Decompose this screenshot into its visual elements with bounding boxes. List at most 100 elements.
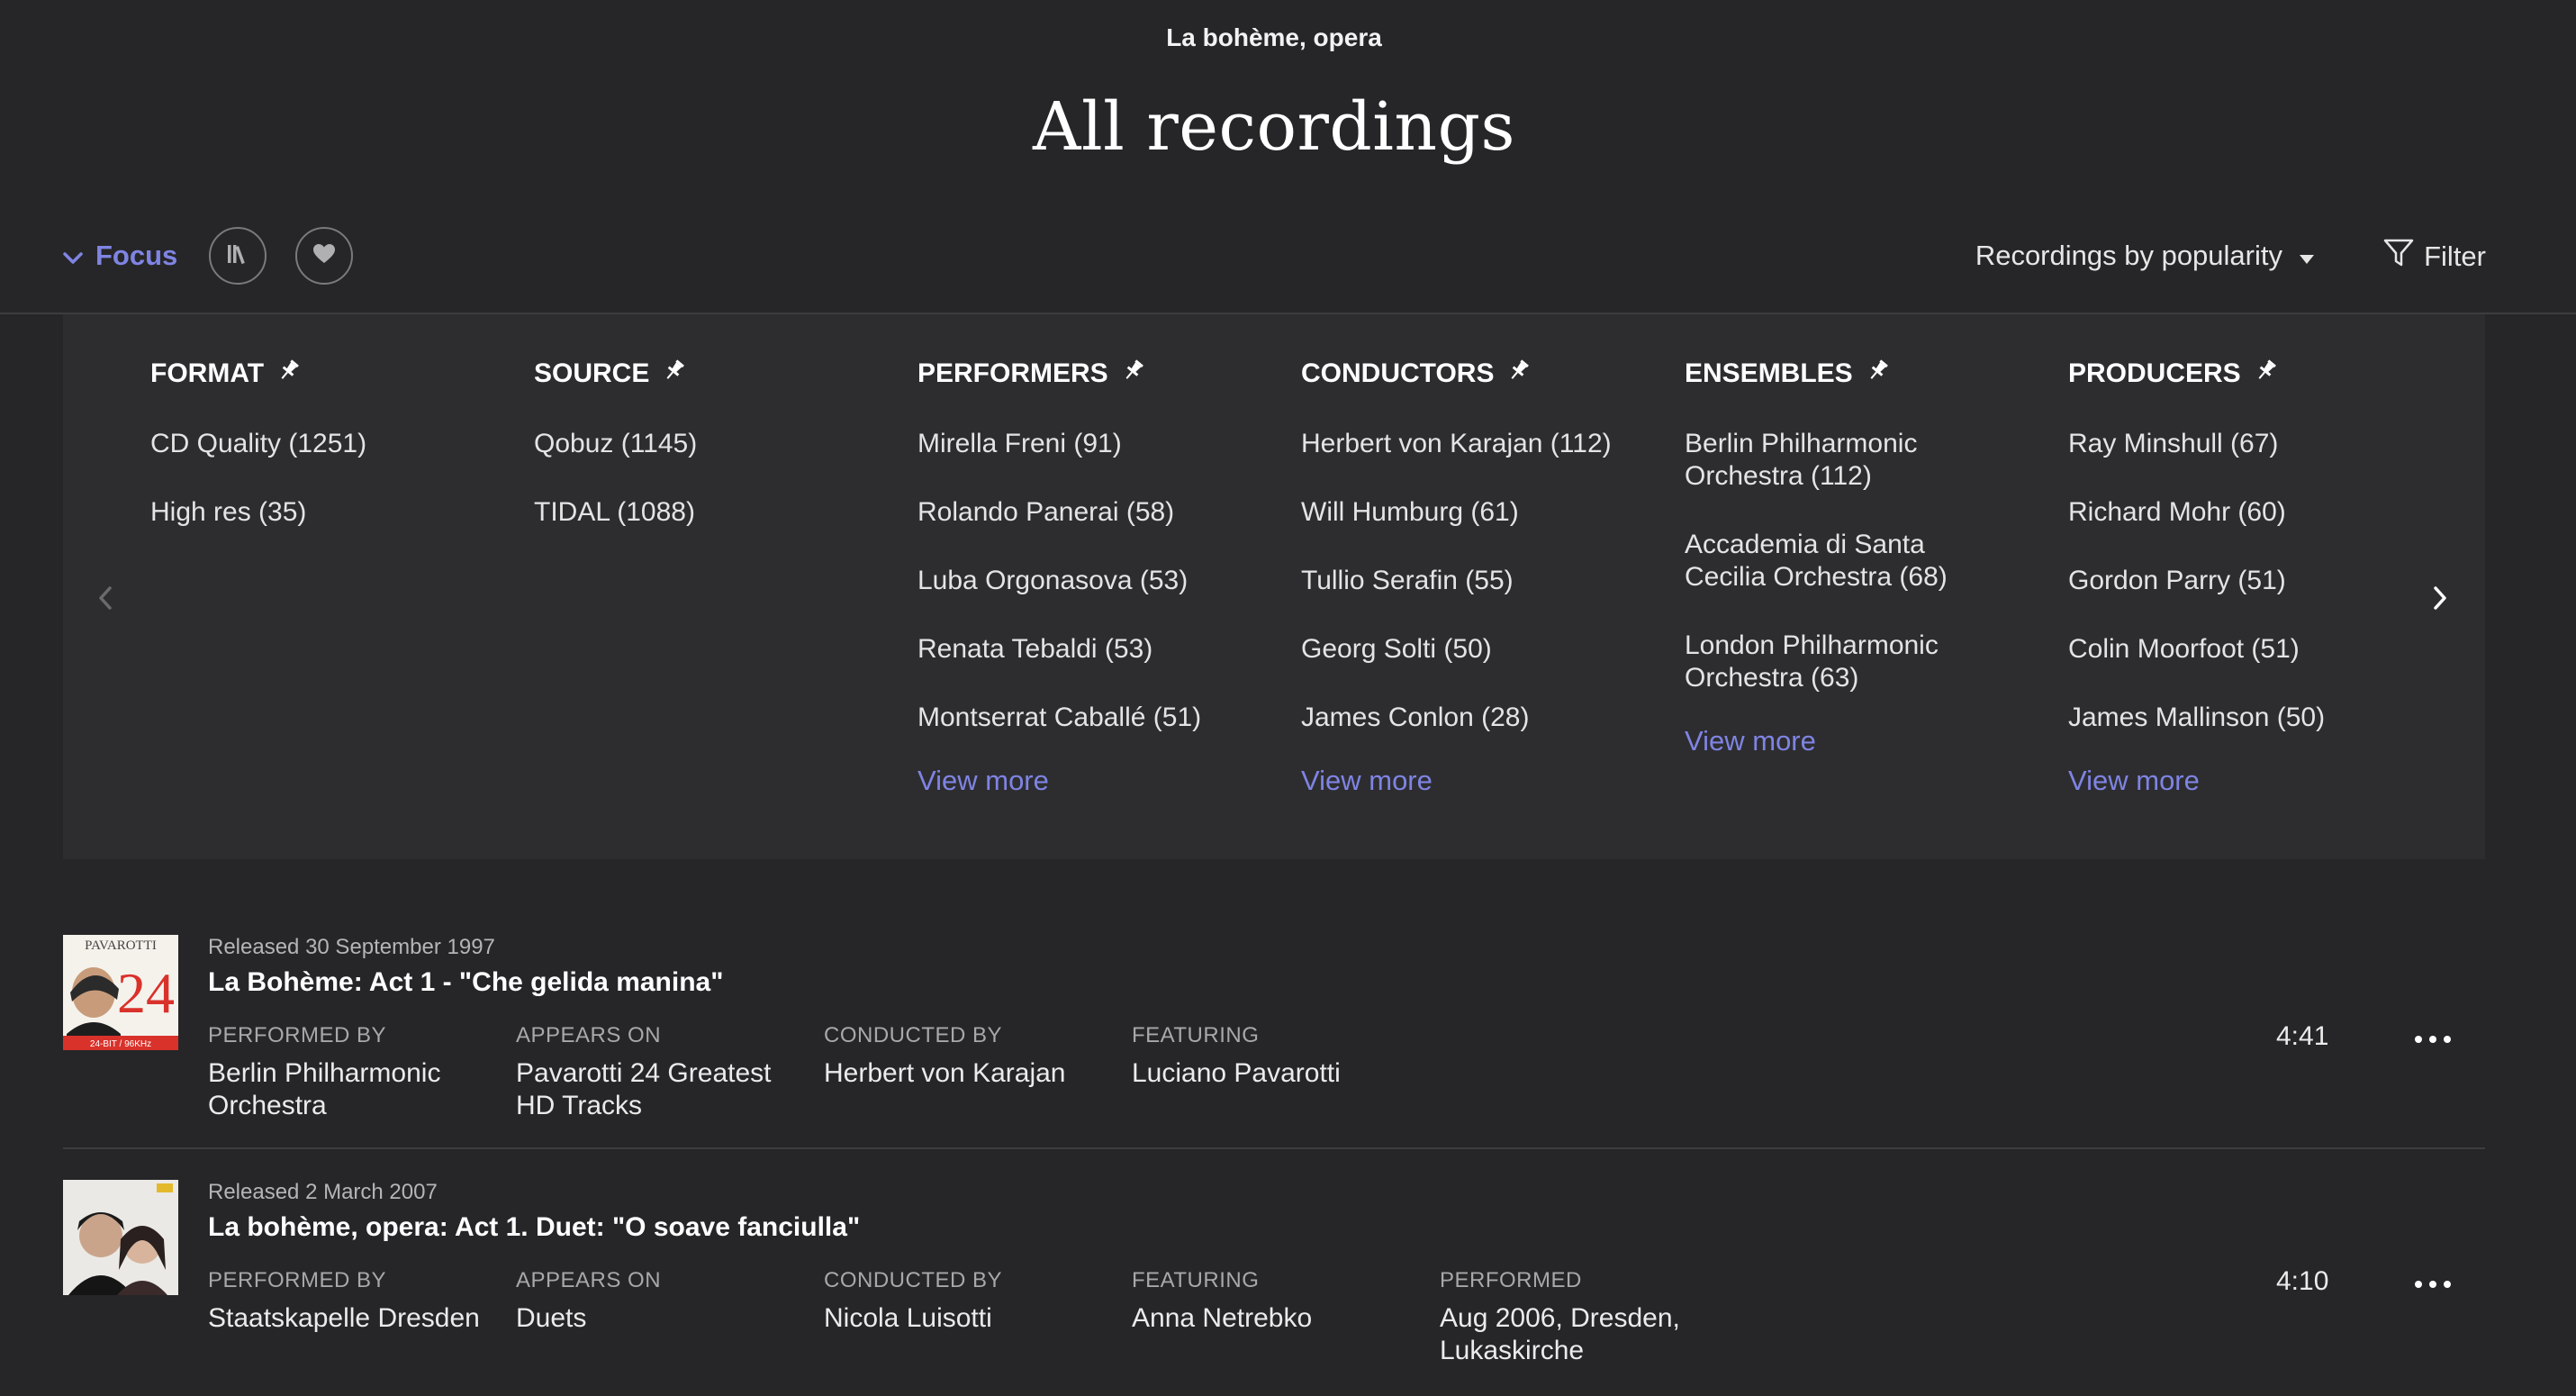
recording-title[interactable]: La Bohème: Act 1 - "Che gelida manina" xyxy=(208,967,723,998)
filter-option[interactable]: Richard Mohr (60) xyxy=(2068,496,2428,529)
cover-number-text: 24 xyxy=(117,961,175,1025)
filter-scroll-left-button[interactable] xyxy=(97,585,113,616)
meta-label: PERFORMED BY xyxy=(208,1023,387,1047)
meta-label: FEATURING xyxy=(1132,1023,1260,1047)
view-more-link[interactable]: View more xyxy=(1301,765,1661,797)
cover-artist-text: PAVAROTTI xyxy=(85,938,157,953)
filter-option[interactable]: CD Quality (1251) xyxy=(150,428,511,460)
filter-option[interactable]: James Conlon (28) xyxy=(1301,702,1661,734)
album-cover[interactable] xyxy=(63,1180,178,1295)
more-dots-icon xyxy=(2411,1036,2454,1061)
filter-heading-label: PERFORMERS xyxy=(917,358,1108,388)
filter-column-conductors: CONDUCTORS Herbert von Karajan (112) Will … xyxy=(1301,358,1661,797)
meta-label: CONDUCTED BY xyxy=(824,1023,1003,1047)
meta-label: PERFORMED BY xyxy=(208,1268,387,1292)
filter-heading-label: PRODUCERS xyxy=(2068,358,2241,388)
filter-option[interactable]: James Mallinson (50) xyxy=(2068,702,2428,734)
filter-column-heading: PRODUCERS xyxy=(2068,358,2428,390)
filter-items: Qobuz (1145) TIDAL (1088) xyxy=(534,428,894,529)
filter-option[interactable]: Montserrat Caballé (51) xyxy=(917,702,1278,734)
library-button[interactable] xyxy=(209,227,267,285)
recording-row[interactable]: Released 2 March 2007 La bohème, opera: A… xyxy=(63,1180,2485,1396)
duration: 4:41 xyxy=(2276,1021,2329,1051)
recording-title[interactable]: La bohème, opera: Act 1. Duet: "O soave … xyxy=(208,1212,860,1243)
chevron-left-icon xyxy=(97,586,113,615)
filter-option[interactable]: Herbert von Karajan (112) xyxy=(1301,428,1661,460)
filter-option[interactable]: Tullio Serafin (55) xyxy=(1301,565,1661,597)
recording-meta: PERFORMED BY Berlin Philharmonic Orchestr… xyxy=(208,1023,505,1122)
filter-column-performers: PERFORMERS Mirella Freni (91) Rolando Pane… xyxy=(917,358,1278,797)
pin-icon[interactable] xyxy=(1506,358,1532,390)
pin-icon[interactable] xyxy=(1866,358,1891,390)
heart-icon xyxy=(312,243,336,269)
meta-value[interactable]: Aug 2006, Dresden, Lukaskirche xyxy=(1440,1302,1737,1367)
library-icon xyxy=(226,243,249,269)
meta-value[interactable]: Nicola Luisotti xyxy=(824,1302,1121,1335)
recording-meta: FEATURING Anna Netrebko xyxy=(1132,1268,1429,1335)
filter-column-producers: PRODUCERS Ray Minshull (67) Richard Mohr (… xyxy=(2068,358,2428,797)
filter-option[interactable]: High res (35) xyxy=(150,496,511,529)
meta-label: APPEARS ON xyxy=(516,1023,662,1047)
filter-option[interactable]: Colin Moorfoot (51) xyxy=(2068,633,2428,666)
recording-meta: APPEARS ON Pavarotti 24 Greatest HD Track… xyxy=(516,1023,813,1122)
meta-label: FEATURING xyxy=(1132,1268,1260,1292)
filter-heading-label: SOURCE xyxy=(534,358,650,388)
pin-icon[interactable] xyxy=(662,358,687,390)
album-cover[interactable]: PAVAROTTI 24 24-BIT / 96KHz xyxy=(63,935,178,1050)
filter-option[interactable]: Mirella Freni (91) xyxy=(917,428,1278,460)
filter-option[interactable]: Luba Orgonasova (53) xyxy=(917,565,1278,597)
filter-heading-label: ENSEMBLES xyxy=(1685,358,1853,388)
favorites-button[interactable] xyxy=(295,227,353,285)
meta-value[interactable]: Berlin Philharmonic Orchestra xyxy=(208,1057,505,1122)
meta-value[interactable]: Luciano Pavarotti xyxy=(1132,1057,1429,1090)
filter-scroll-right-button[interactable] xyxy=(2432,585,2448,616)
filter-button[interactable]: Filter xyxy=(2382,238,2486,276)
pin-icon[interactable] xyxy=(276,358,302,390)
more-options-button[interactable] xyxy=(2411,1021,2454,1062)
filter-option[interactable]: Gordon Parry (51) xyxy=(2068,565,2428,597)
pin-icon[interactable] xyxy=(1121,358,1146,390)
focus-toggle-button[interactable]: Focus xyxy=(63,240,177,272)
sort-label: Recordings by popularity xyxy=(1975,240,2282,271)
row-divider xyxy=(63,1147,2485,1149)
recording-row[interactable]: PAVAROTTI 24 24-BIT / 96KHz Released 30 Sep… xyxy=(63,935,2485,1151)
sort-dropdown[interactable]: Recordings by popularity xyxy=(1975,240,2315,272)
pin-icon[interactable] xyxy=(2254,358,2279,390)
filter-funnel-icon xyxy=(2382,238,2415,276)
work-title: La bohème, opera xyxy=(1166,23,1382,51)
filter-option[interactable]: Renata Tebaldi (53) xyxy=(917,633,1278,666)
meta-value[interactable]: Duets xyxy=(516,1302,813,1335)
meta-value[interactable]: Herbert von Karajan xyxy=(824,1057,1121,1090)
meta-value[interactable]: Anna Netrebko xyxy=(1132,1302,1429,1335)
filter-column-format: FORMAT CD Quality (1251) High res (35) xyxy=(150,358,511,565)
release-date: Released 30 September 1997 xyxy=(208,935,495,959)
meta-value[interactable]: Pavarotti 24 Greatest HD Tracks xyxy=(516,1057,813,1122)
recording-meta: PERFORMED BY Staatskapelle Dresden xyxy=(208,1268,505,1335)
filter-option[interactable]: Accademia di Santa Cecilia Orchestra (68… xyxy=(1685,529,2009,594)
filter-option[interactable]: Georg Solti (50) xyxy=(1301,633,1661,666)
filter-panel: FORMAT CD Quality (1251) High res (35) SOUR… xyxy=(63,314,2485,859)
filter-option[interactable]: London Philharmonic Orchestra (63) xyxy=(1685,630,2009,694)
filter-column-source: SOURCE Qobuz (1145) TIDAL (1088) xyxy=(534,358,894,565)
meta-label: APPEARS ON xyxy=(516,1268,662,1292)
view-more-link[interactable]: View more xyxy=(1685,725,2045,757)
view-more-link[interactable]: View more xyxy=(2068,765,2428,797)
recording-meta: CONDUCTED BY Herbert von Karajan xyxy=(824,1023,1121,1090)
filter-items: Herbert von Karajan (112) Will Humburg (6… xyxy=(1301,428,1661,734)
filter-heading-label: FORMAT xyxy=(150,358,265,388)
filter-column-ensembles: ENSEMBLES Berlin Philharmonic Orchestra (… xyxy=(1685,358,2045,757)
filter-option[interactable]: Ray Minshull (67) xyxy=(2068,428,2428,460)
meta-value[interactable]: Staatskapelle Dresden xyxy=(208,1302,505,1335)
filter-option[interactable]: Rolando Panerai (58) xyxy=(917,496,1278,529)
filter-option[interactable]: TIDAL (1088) xyxy=(534,496,894,529)
meta-label: CONDUCTED BY xyxy=(824,1268,1003,1292)
recording-meta: CONDUCTED BY Nicola Luisotti xyxy=(824,1268,1121,1335)
filter-items: Ray Minshull (67) Richard Mohr (60) Gordon… xyxy=(2068,428,2428,734)
filter-option[interactable]: Will Humburg (61) xyxy=(1301,496,1661,529)
recording-meta: PERFORMED Aug 2006, Dresden, Lukaskirche xyxy=(1440,1268,1737,1367)
filter-column-heading: FORMAT xyxy=(150,358,511,390)
more-options-button[interactable] xyxy=(2411,1266,2454,1307)
view-more-link[interactable]: View more xyxy=(917,765,1278,797)
filter-option[interactable]: Berlin Philharmonic Orchestra (112) xyxy=(1685,428,2009,493)
filter-option[interactable]: Qobuz (1145) xyxy=(534,428,894,460)
